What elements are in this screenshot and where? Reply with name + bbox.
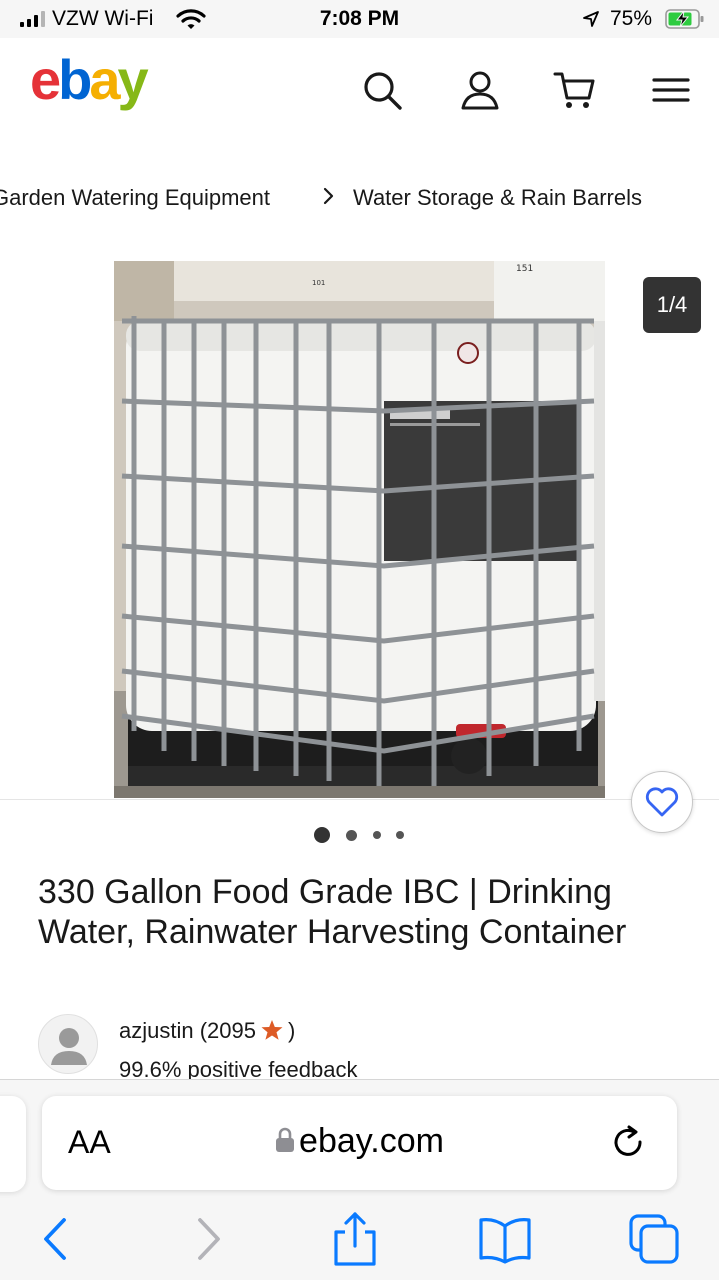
reload-icon[interactable] (610, 1124, 648, 1164)
image-gallery[interactable]: 151 101 1/4 (0, 240, 719, 800)
location-arrow-icon (583, 11, 599, 27)
pagination-dot[interactable] (346, 830, 357, 841)
seller-score-close: ) (287, 1018, 296, 1043)
site-header: ebay (0, 38, 719, 138)
pagination-dot[interactable] (396, 831, 404, 839)
breadcrumb-item-garden-watering[interactable]: Garden Watering Equipment (0, 185, 270, 211)
svg-text:101: 101 (312, 279, 325, 287)
product-image[interactable]: 151 101 (114, 261, 605, 798)
chevron-right-icon (323, 187, 334, 205)
account-icon[interactable] (458, 68, 502, 112)
back-icon[interactable] (30, 1212, 84, 1266)
logo-letter-b: b (58, 48, 92, 111)
gallery-divider (0, 799, 719, 800)
user-silhouette-icon (51, 1028, 87, 1065)
previous-tab-peek[interactable] (0, 1096, 26, 1192)
cart-icon[interactable] (553, 68, 597, 112)
image-pagination-dots (0, 826, 719, 844)
pagination-dot[interactable] (373, 831, 381, 839)
bookmarks-icon[interactable] (478, 1212, 532, 1266)
lock-icon (276, 1127, 295, 1152)
ebay-logo[interactable]: ebay (30, 48, 149, 111)
seller-name-score[interactable]: azjustin (2095 (119, 1018, 256, 1043)
breadcrumb-item-water-storage[interactable]: Water Storage & Rain Barrels (353, 185, 642, 211)
address-bar[interactable]: AA ebay.com (42, 1096, 677, 1190)
listing-title: 330 Gallon Food Grade IBC | Drinking Wat… (38, 873, 627, 951)
tabs-icon[interactable] (627, 1212, 681, 1266)
logo-letter-y: y (117, 48, 149, 111)
seller-avatar[interactable] (38, 1014, 98, 1074)
logo-letter-e: e (30, 48, 61, 111)
search-icon[interactable] (360, 68, 404, 112)
menu-icon[interactable] (649, 68, 693, 112)
url-text: ebay.com (299, 1122, 444, 1160)
url-display[interactable]: ebay.com (42, 1122, 677, 1161)
image-counter: 1/4 (643, 277, 701, 333)
star-icon (261, 1020, 283, 1040)
battery-percent: 75% (610, 7, 653, 30)
pagination-dot-active[interactable] (314, 827, 330, 843)
battery-charging-icon (665, 9, 704, 29)
share-icon[interactable] (328, 1212, 382, 1266)
status-bar: VZW Wi-Fi 7:08 PM 75% (0, 0, 719, 38)
forward-icon[interactable] (180, 1212, 234, 1266)
heart-icon (645, 787, 679, 817)
seller-info[interactable]: azjustin (2095 ) (119, 1018, 295, 1044)
svg-text:151: 151 (516, 264, 533, 274)
browser-bottom-bar: AA ebay.com (0, 1079, 719, 1280)
logo-letter-a: a (89, 48, 120, 111)
add-to-watchlist-button[interactable] (631, 771, 693, 833)
breadcrumb: Garden Watering Equipment Water Storage … (0, 182, 719, 218)
